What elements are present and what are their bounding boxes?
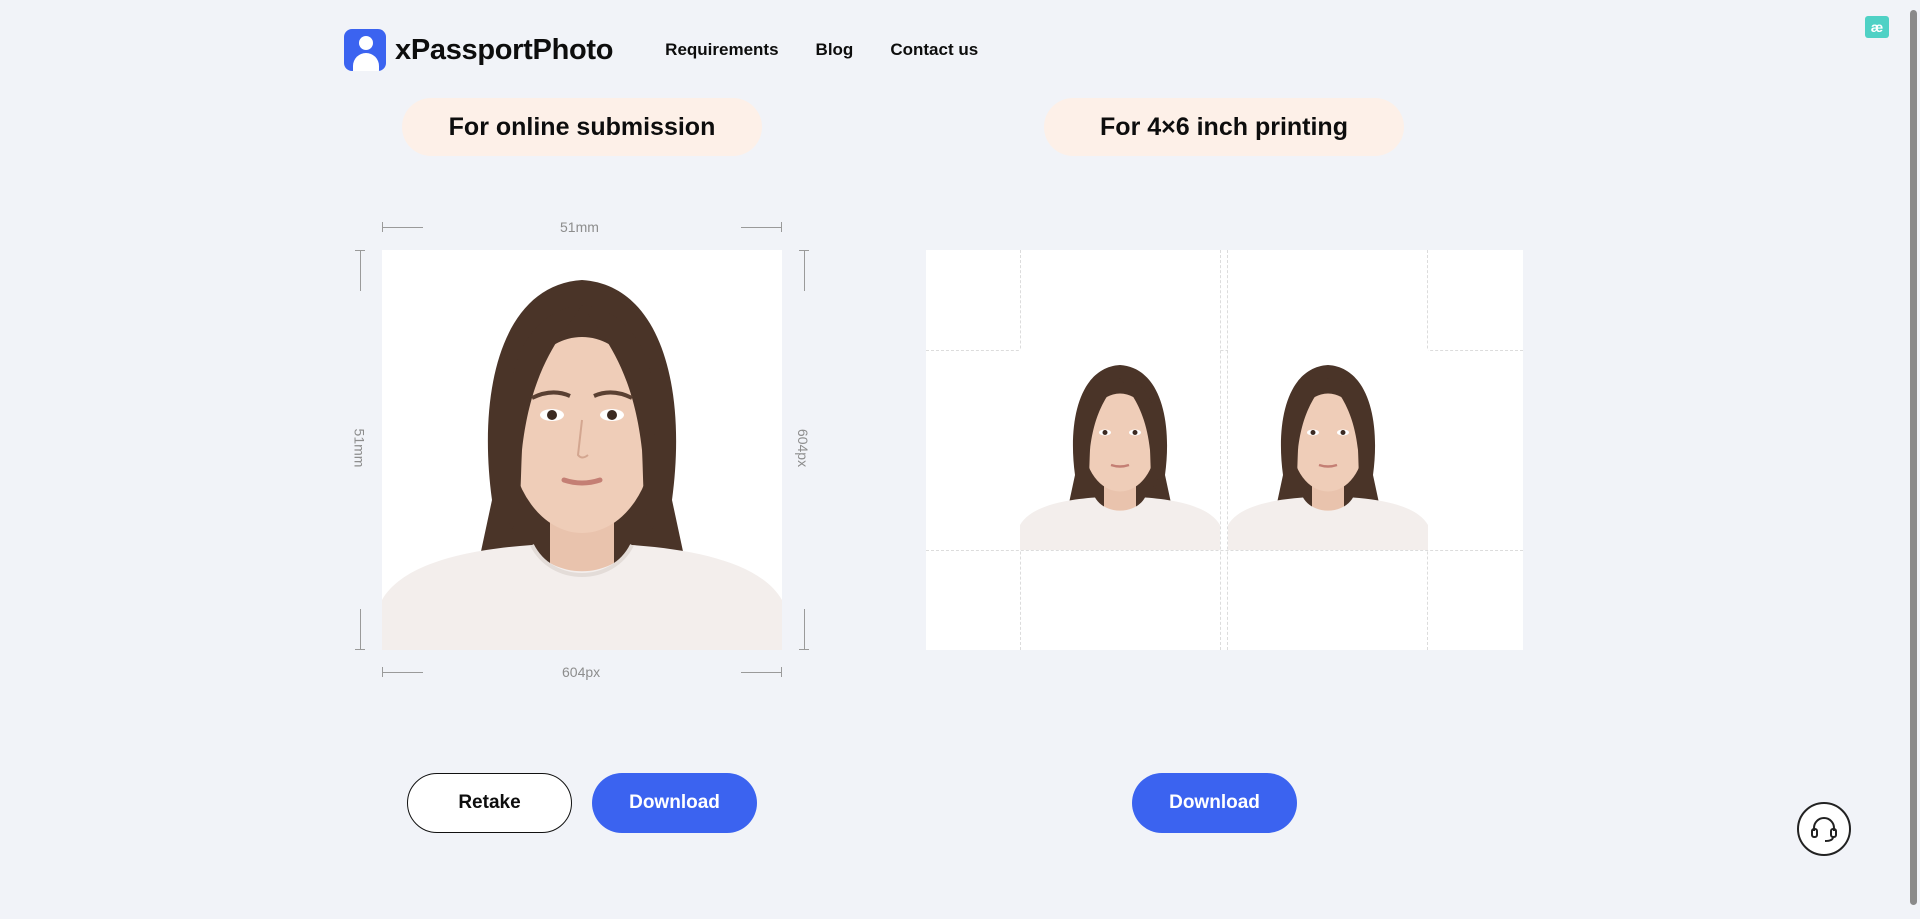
nav-requirements[interactable]: Requirements: [665, 40, 778, 60]
width-mm-label: 51mm: [560, 219, 599, 235]
scrollbar-thumb[interactable]: [1910, 10, 1917, 905]
retake-button[interactable]: Retake: [407, 773, 572, 833]
scrollbar[interactable]: [1907, 0, 1920, 919]
passport-photo-preview: [382, 250, 782, 650]
print-heading: For 4×6 inch printing: [1044, 98, 1404, 156]
logo-link[interactable]: xPassportPhoto: [344, 29, 613, 71]
print-photo-1: [1020, 350, 1220, 550]
site-header: xPassportPhoto Requirements Blog Contact…: [344, 25, 1015, 75]
print-photo-2: [1228, 350, 1428, 550]
person-logo-icon: [344, 29, 386, 71]
nav-contact-us[interactable]: Contact us: [890, 40, 978, 60]
width-px-label: 604px: [562, 664, 601, 680]
support-chat-button[interactable]: [1797, 802, 1851, 856]
main-nav: Requirements Blog Contact us: [665, 40, 1015, 60]
height-px-label: 604px: [795, 428, 812, 468]
download-print-button[interactable]: Download: [1132, 773, 1297, 833]
height-mm-label: 51mm: [351, 428, 368, 468]
portrait-image: [382, 280, 782, 650]
nav-blog[interactable]: Blog: [816, 40, 854, 60]
brand-name: xPassportPhoto: [395, 33, 614, 66]
print-sheet-preview: [926, 250, 1523, 650]
portrait-thumbnail: [1020, 365, 1220, 550]
download-online-button[interactable]: Download: [592, 773, 757, 833]
online-submission-heading: For online submission: [402, 98, 762, 156]
extension-badge-icon[interactable]: æ: [1865, 16, 1889, 38]
headset-icon: [1811, 817, 1837, 842]
portrait-thumbnail: [1228, 365, 1428, 550]
